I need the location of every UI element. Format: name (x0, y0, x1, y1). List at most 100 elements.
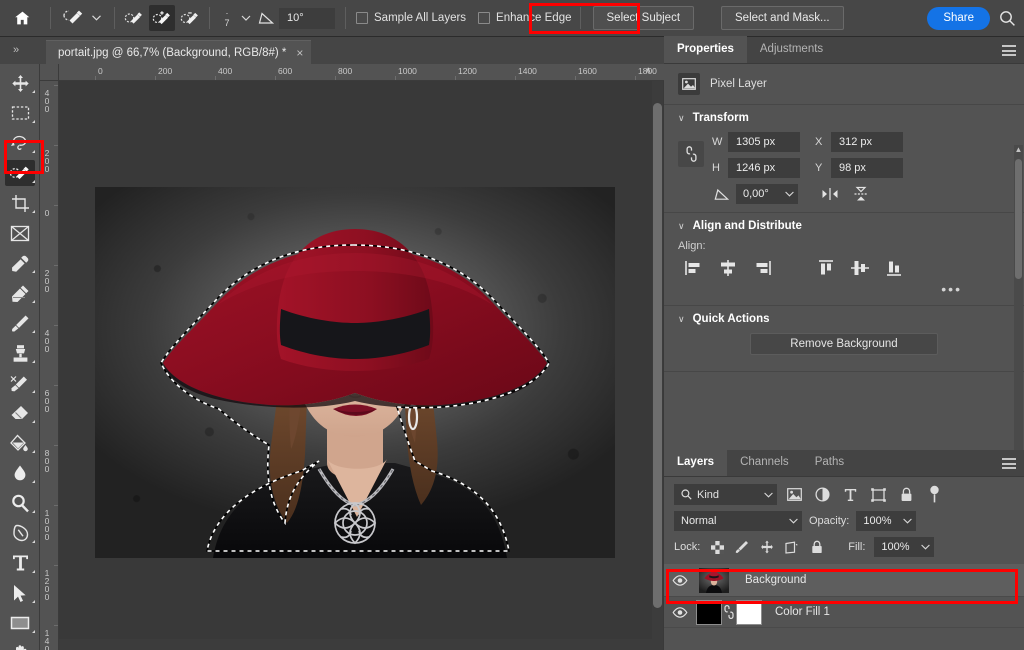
layer-name[interactable]: Color Fill 1 (775, 606, 830, 618)
sidebar-item-spot-healing-brush-tool[interactable] (0, 278, 40, 308)
scrollbar-thumb[interactable] (1015, 159, 1022, 279)
fill-input[interactable]: 100% (874, 537, 935, 557)
expand-panels-button[interactable]: » (2, 37, 30, 63)
type-filter-icon[interactable] (839, 484, 861, 505)
sample-all-layers-checkbox[interactable]: Sample All Layers (356, 12, 466, 24)
share-button[interactable]: Share (927, 6, 990, 30)
sidebar-item-hand-tool[interactable] (0, 638, 40, 650)
transform-header[interactable]: ∨ Transform (678, 112, 1010, 124)
sidebar-item-blur-tool[interactable] (0, 458, 40, 488)
properties-panel-menu-icon[interactable] (1002, 45, 1016, 56)
enhance-edge-checkbox[interactable]: Enhance Edge (478, 12, 572, 24)
chevron-down-icon[interactable]: ∨ (678, 314, 685, 325)
layers-panel-menu-icon[interactable] (1002, 458, 1016, 469)
sidebar-item-path-selection-tool[interactable] (0, 578, 40, 608)
scroll-up-arrow-icon[interactable]: ▲ (1014, 145, 1023, 154)
align-center-v-icon[interactable] (850, 259, 870, 277)
select-subject-button[interactable]: Select Subject (592, 6, 695, 30)
align-more-options-icon[interactable]: ••• (678, 281, 1010, 297)
filter-kind-select[interactable]: Kind (674, 484, 777, 505)
sidebar-item-dodge-tool[interactable] (0, 488, 40, 518)
canvas-horizontal-scrollbar[interactable] (59, 639, 652, 650)
layer-visibility-toggle[interactable] (664, 606, 696, 618)
sidebar-item-move-tool[interactable] (0, 68, 40, 98)
rotation-angle-input[interactable]: 0,00° (736, 184, 798, 204)
document-tab[interactable]: portait.jpg @ 66,7% (Background, RGB/8#)… (46, 40, 312, 64)
checkerboard-icon[interactable] (709, 539, 725, 555)
color-fill-swatch[interactable] (696, 599, 722, 625)
link-chain-icon[interactable] (722, 605, 736, 619)
properties-panel-scrollbar[interactable]: ▲ (1014, 145, 1023, 471)
brush-lock-icon[interactable] (734, 539, 750, 555)
canvas-viewport[interactable] (59, 81, 664, 650)
tool-preset-picker[interactable] (57, 5, 108, 31)
brush-angle-control[interactable]: 10° (258, 7, 335, 29)
search-button[interactable] (990, 0, 1024, 36)
pixel-filter-icon[interactable] (783, 484, 805, 505)
add-to-selection-button[interactable] (149, 5, 175, 31)
document-artboard[interactable] (95, 187, 615, 558)
close-icon[interactable]: × (296, 47, 303, 59)
width-input[interactable]: 1305 px (728, 132, 800, 152)
tab-layers[interactable]: Layers (664, 449, 728, 476)
subtract-from-selection-button[interactable] (177, 5, 203, 31)
home-button[interactable] (0, 0, 44, 36)
sidebar-item-frame-tool[interactable] (0, 218, 40, 248)
blend-mode-select[interactable]: Normal (674, 511, 802, 531)
layer-visibility-toggle[interactable] (664, 574, 696, 586)
layer-thumbnail[interactable] (699, 567, 729, 593)
sidebar-item-eraser-tool[interactable] (0, 398, 40, 428)
shape-filter-icon[interactable] (867, 484, 889, 505)
tab-channels[interactable]: Channels (727, 449, 802, 476)
scrollbar-thumb[interactable] (653, 103, 662, 608)
quick-actions-header[interactable]: ∨ Quick Actions (678, 313, 1010, 325)
angle-input[interactable]: 10° (279, 7, 335, 29)
chevron-down-icon[interactable]: ∨ (678, 113, 685, 124)
brush-size-indicator[interactable]: · 7 (216, 3, 238, 33)
artboard-lock-icon[interactable] (784, 539, 800, 555)
sidebar-item-history-brush-tool[interactable] (0, 368, 40, 398)
brush-options-chevron-down-icon[interactable] (238, 7, 254, 29)
height-input[interactable]: 1246 px (728, 158, 800, 178)
sidebar-item-lasso-tool[interactable] (0, 128, 40, 158)
vertical-ruler[interactable]: 4002000200400600800100012001400160 (40, 81, 59, 650)
sidebar-item-type-tool[interactable] (0, 548, 40, 578)
opacity-input[interactable]: 100% (856, 511, 917, 531)
horizontal-ruler[interactable]: 02004006008001000120014001600180020 (59, 64, 664, 81)
remove-background-button[interactable]: Remove Background (750, 333, 938, 355)
layer-name[interactable]: Background (745, 574, 806, 586)
flip-horizontal-icon[interactable] (821, 187, 839, 201)
smart-object-filter-icon[interactable] (895, 484, 917, 505)
adjustment-filter-icon[interactable] (811, 484, 833, 505)
table-row[interactable]: Background (664, 564, 1024, 597)
padlock-icon[interactable] (809, 539, 825, 555)
sidebar-item-rectangle-tool[interactable] (0, 608, 40, 638)
align-right-icon[interactable] (752, 259, 772, 277)
align-distribute-header[interactable]: ∨ Align and Distribute (678, 220, 1010, 232)
layer-mask-thumbnail[interactable] (736, 599, 762, 625)
sidebar-item-brush-tool[interactable] (0, 308, 40, 338)
select-and-mask-button[interactable]: Select and Mask... (721, 6, 844, 30)
new-selection-button[interactable] (121, 5, 147, 31)
canvas-vertical-scrollbar[interactable] (652, 81, 663, 650)
chevron-down-icon[interactable] (764, 492, 773, 498)
flip-vertical-icon[interactable] (853, 186, 869, 202)
x-input[interactable]: 312 px (831, 132, 903, 152)
chevron-down-icon[interactable] (789, 518, 798, 524)
link-aspect-ratio-button[interactable] (678, 141, 704, 167)
sidebar-item-gradient-tool[interactable] (0, 428, 40, 458)
filter-toggle-icon[interactable] (923, 484, 945, 505)
sidebar-item-rectangular-marquee-tool[interactable] (0, 98, 40, 128)
table-row[interactable]: Color Fill 1 (664, 597, 1024, 628)
tab-adjustments[interactable]: Adjustments (747, 36, 836, 63)
align-top-icon[interactable] (816, 259, 836, 277)
chevron-down-icon[interactable]: ∨ (678, 221, 685, 232)
move-lock-icon[interactable] (759, 539, 775, 555)
sidebar-item-clone-stamp-tool[interactable] (0, 338, 40, 368)
align-bottom-icon[interactable] (884, 259, 904, 277)
align-center-h-icon[interactable] (718, 259, 738, 277)
chevron-down-icon[interactable] (903, 518, 913, 524)
chevron-down-icon[interactable] (921, 544, 931, 550)
ruler-collapse-caret-icon[interactable]: ∧ (645, 65, 652, 76)
align-left-icon[interactable] (684, 259, 704, 277)
